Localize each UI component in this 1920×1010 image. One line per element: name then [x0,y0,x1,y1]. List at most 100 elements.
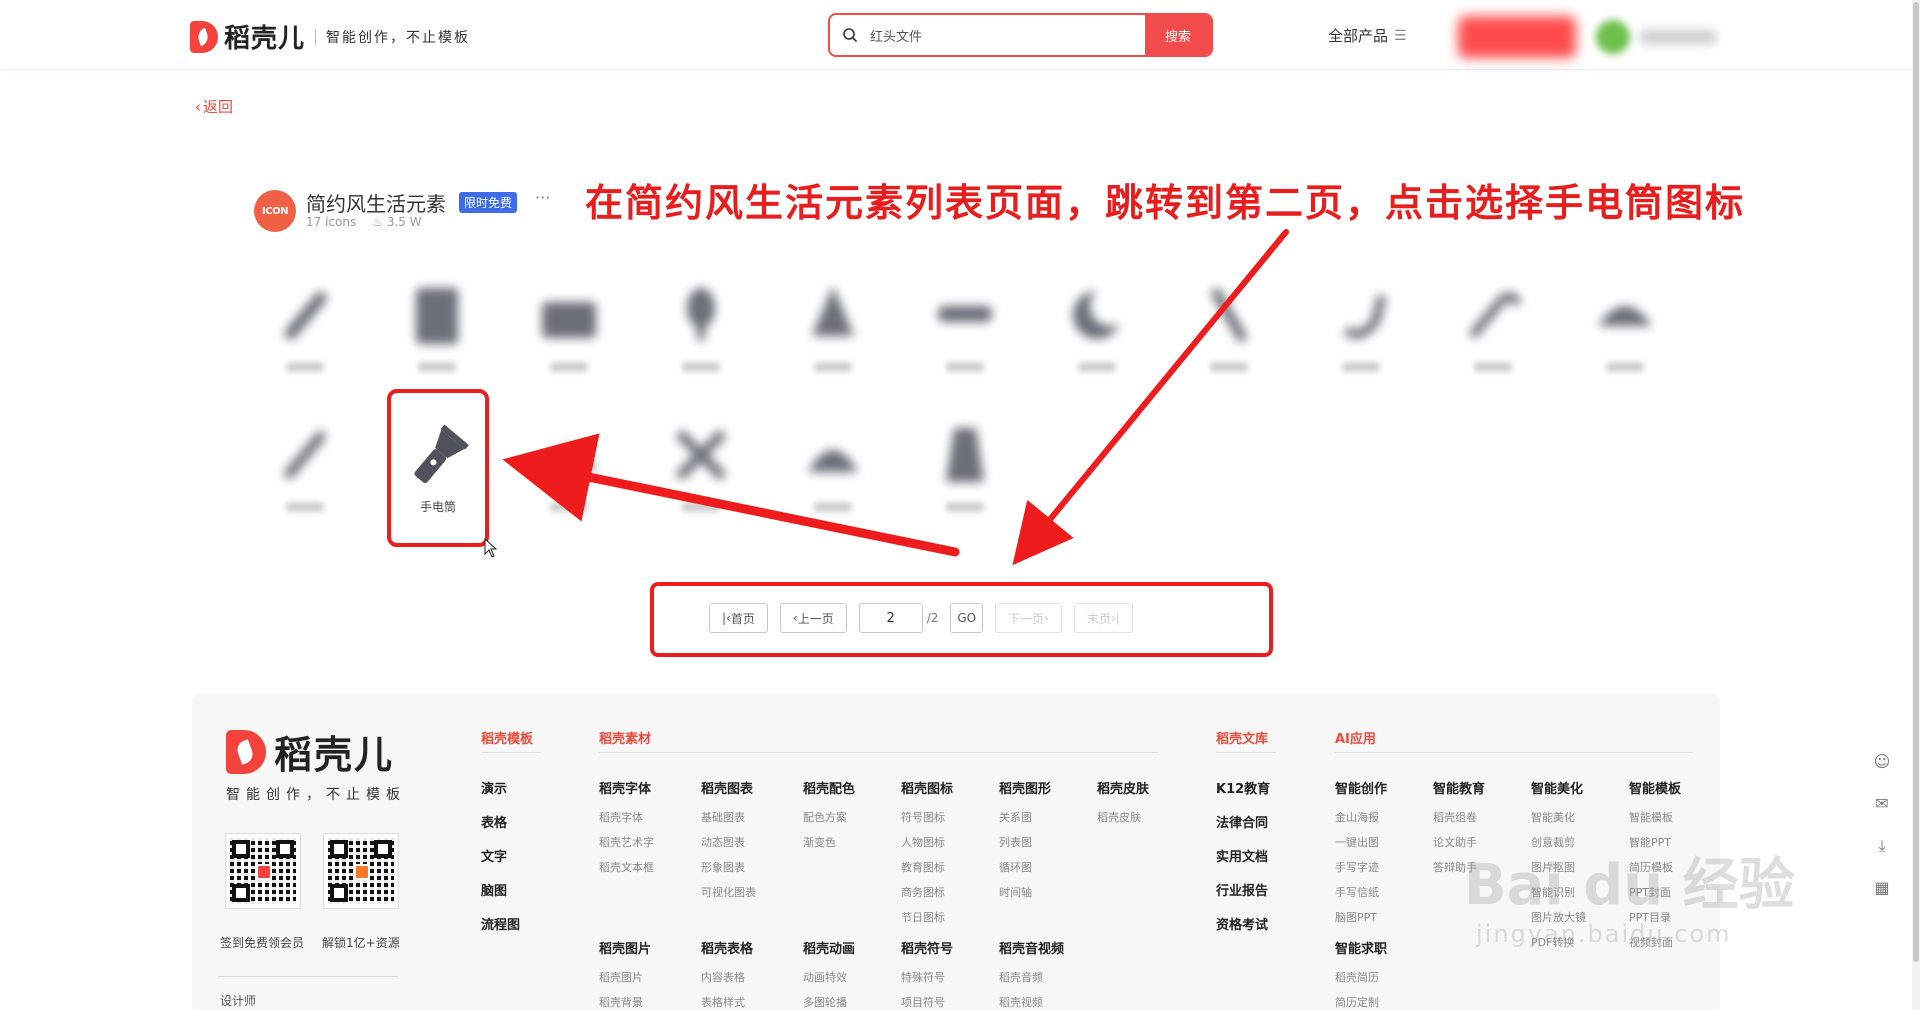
user-icon[interactable]: ☺ [1872,752,1892,772]
footer-link[interactable]: 行业报告 [1216,880,1270,899]
footer-link[interactable]: 基础图表 [701,809,756,825]
footer-link[interactable]: 可视化图表 [701,884,756,900]
footer-link[interactable]: 配色方案 [803,809,855,825]
footer-link[interactable]: 稻壳皮肤 [1097,809,1149,825]
footer-link[interactable]: 稻壳图片 [599,969,651,985]
footer-col: 稻壳图表 基础图表 动态图表 形象图表 可视化图表 [701,778,756,909]
footer-link[interactable]: 商务图标 [901,884,953,900]
footer-category-library[interactable]: 稻壳文库 [1216,728,1268,747]
prev-page-button[interactable]: ‹ 上一页 [779,603,847,633]
footer-link[interactable]: 关系图 [999,809,1051,825]
footer-link[interactable]: 简历定制 [1335,994,1387,1010]
footer-link[interactable]: 时间轴 [999,884,1051,900]
footer-link[interactable]: 法律合同 [1216,812,1270,831]
footer-link[interactable]: 手写字迹 [1335,859,1387,875]
footer-link[interactable]: 稻壳艺术字 [599,834,654,850]
footer-col-heading[interactable]: 稻壳表格 [701,938,753,957]
footer-link[interactable]: 形象图表 [701,859,756,875]
designer-link[interactable]: 设计师 [220,992,256,1009]
page-number-input[interactable] [858,603,923,633]
first-page-button[interactable]: |‹ 首页 [709,603,768,633]
footer-col-heading[interactable]: 稻壳动画 [803,938,855,957]
footer-slogan: 智能创作，不止模板 [226,787,406,803]
footer-divider [1216,752,1276,753]
footer-link[interactable]: 一键出图 [1335,834,1387,850]
next-page-button[interactable]: 下一页 › [995,603,1062,633]
prev-page-label: 上一页 [797,611,834,626]
footer-col: 稻壳动画 动画特效 多图轮播 [803,938,855,1010]
footer-link[interactable]: 渐变色 [803,834,855,850]
footer-link[interactable]: 金山海报 [1335,809,1387,825]
footer-col-heading[interactable]: 稻壳音视频 [999,938,1064,957]
footer-category-template[interactable]: 稻壳模板 [481,728,533,747]
footer-col-heading[interactable]: 智能创作 [1335,778,1387,797]
watermark-url: jingyan.baidu.com [1476,920,1732,948]
footer-link[interactable]: 稻壳字体 [599,809,654,825]
footer-col-heading[interactable]: 智能求职 [1335,938,1387,957]
footer-link[interactable]: 资格考试 [1216,914,1270,933]
footer-col-heading[interactable]: 稻壳图形 [999,778,1051,797]
footer-link[interactable]: 智能美化 [1531,809,1586,825]
footer-link[interactable]: 稻壳文本框 [599,859,654,875]
footer-col-heading[interactable]: 智能美化 [1531,778,1586,797]
footer-link[interactable]: 特殊符号 [901,969,953,985]
footer-col: 稻壳皮肤 稻壳皮肤 [1097,778,1149,834]
footer-link[interactable]: 稻壳音频 [999,969,1064,985]
footer-link[interactable]: 列表图 [999,834,1051,850]
footer-link[interactable]: 循环图 [999,859,1051,875]
footer-link[interactable]: 项目符号 [901,994,953,1010]
footer-col-heading[interactable]: 稻壳图标 [901,778,953,797]
footer-link[interactable]: 稻壳组卷 [1433,809,1485,825]
footer-logo[interactable]: 稻壳儿 [226,724,394,779]
footer-link[interactable]: 动态图表 [701,834,756,850]
footer-link[interactable]: 节日图标 [901,909,953,925]
footer-link[interactable]: 手写信纸 [1335,884,1387,900]
footer-link[interactable]: 脑图PPT [1335,909,1387,925]
footer-divider [481,752,541,753]
footer-link[interactable]: 动画特效 [803,969,855,985]
footer-col-heading[interactable]: 稻壳字体 [599,778,654,797]
footer-link[interactable]: 表格 [481,812,520,831]
footer-category-ai[interactable]: AI应用 [1335,728,1376,747]
footer-col: 稻壳音视频 稻壳音频 稻壳视频 [999,938,1064,1010]
next-page-label: 下一页 [1008,611,1045,626]
footer-divider [218,976,398,977]
footer-link[interactable]: 实用文档 [1216,846,1270,865]
footer-link[interactable]: 智能模板 [1629,809,1681,825]
footer-template-list: 演示 表格 文字 脑图 流程图 [481,778,520,948]
footer-link[interactable]: K12教育 [1216,778,1270,797]
footer-link[interactable]: 表格样式 [701,994,753,1010]
go-button[interactable]: GO [950,603,984,633]
footer-col-heading[interactable]: 智能教育 [1433,778,1485,797]
footer-link[interactable]: 流程图 [481,914,520,933]
footer-col: 稻壳表格 内容表格 表格样式 [701,938,753,1010]
footer-divider [1335,752,1693,753]
footer-link[interactable]: 脑图 [481,880,520,899]
footer-col-heading[interactable]: 稻壳符号 [901,938,953,957]
footer-link[interactable]: 教育图标 [901,859,953,875]
footer-category-material[interactable]: 稻壳素材 [599,728,651,747]
download-icon[interactable]: ⤓ [1872,836,1892,856]
footer-library-list: K12教育 法律合同 实用文档 行业报告 资格考试 [1216,778,1270,948]
scrollbar[interactable] [1912,0,1920,1010]
qr-caption: 解锁1亿+资源 [322,936,400,950]
footer-link[interactable]: 稻壳简历 [1335,969,1387,985]
footer-link[interactable]: 内容表格 [701,969,753,985]
footer-col-heading[interactable]: 稻壳皮肤 [1097,778,1149,797]
scrollbar-thumb[interactable] [1913,2,1919,962]
footer-col-heading[interactable]: 稻壳配色 [803,778,855,797]
footer-link[interactable]: 稻壳视频 [999,994,1064,1010]
footer-link[interactable]: 文字 [481,846,520,865]
last-page-button[interactable]: 末页 ›| [1073,603,1133,633]
qr-icon[interactable]: ▦ [1872,878,1892,898]
footer-link[interactable]: 稻壳背景 [599,994,651,1010]
footer-col-heading[interactable]: 智能模板 [1629,778,1681,797]
footer-link[interactable]: 演示 [481,778,520,797]
footer-col-heading[interactable]: 稻壳图表 [701,778,756,797]
footer-col-heading[interactable]: 稻壳图片 [599,938,651,957]
first-page-label: 首页 [730,611,755,626]
footer-link[interactable]: 人物图标 [901,834,953,850]
message-icon[interactable]: ✉ [1872,794,1892,814]
footer-link[interactable]: 符号图标 [901,809,953,825]
footer-link[interactable]: 多图轮播 [803,994,855,1010]
